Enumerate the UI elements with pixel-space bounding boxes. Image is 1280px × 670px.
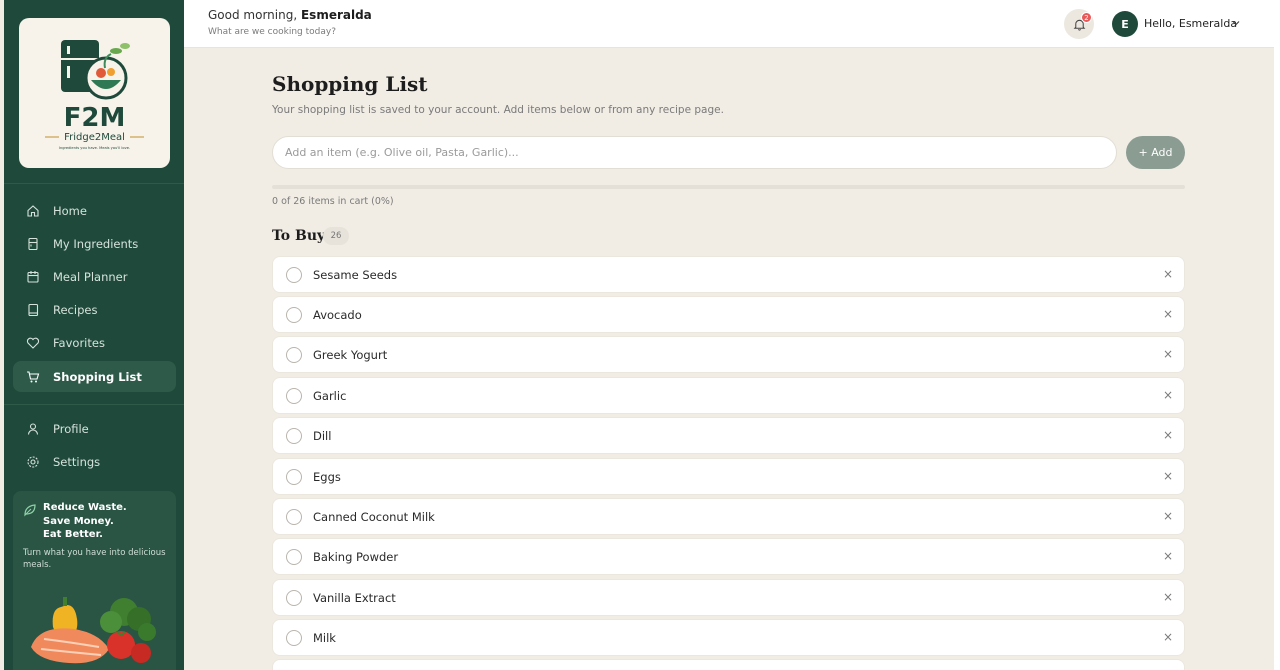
item-checkbox[interactable]	[286, 428, 302, 444]
add-item-input[interactable]	[272, 136, 1117, 169]
cart-progress-bar	[272, 185, 1185, 189]
remove-item-button[interactable]: ×	[1161, 590, 1175, 604]
avatar[interactable]: E	[1112, 11, 1138, 37]
item-name: Milk	[313, 631, 336, 645]
item-name: Greek Yogurt	[313, 348, 388, 362]
fridge-icon	[25, 236, 41, 252]
item-name: Vanilla Extract	[313, 591, 396, 605]
sidebar-item-favorites[interactable]: Favorites	[13, 327, 176, 358]
sidebar: F2M Fridge2Meal Ingredients you have. Me…	[4, 0, 184, 670]
page-subtitle: Your shopping list is saved to your acco…	[272, 104, 724, 116]
top-header: Good morning, Esmeralda What are we cook…	[184, 0, 1274, 48]
sidebar-divider	[4, 404, 184, 405]
greeting: Good morning, Esmeralda	[208, 8, 372, 22]
sidebar-item-profile[interactable]: Profile	[13, 413, 176, 444]
sidebar-item-home[interactable]: Home	[13, 195, 176, 226]
item-checkbox[interactable]	[286, 509, 302, 525]
notifications-button[interactable]: 2	[1064, 9, 1094, 39]
book-icon	[25, 302, 41, 318]
add-item-button[interactable]: + Add	[1126, 136, 1185, 169]
item-name: Garlic	[313, 389, 347, 403]
svg-text:Ingredients you have. Meals yo: Ingredients you have. Meals you'll love.	[59, 146, 130, 150]
item-checkbox[interactable]	[286, 630, 302, 646]
remove-item-button[interactable]: ×	[1161, 347, 1175, 361]
cart-progress-text: 0 of 26 items in cart (0%)	[272, 196, 394, 207]
sidebar-item-recipes[interactable]: Recipes	[13, 294, 176, 325]
calendar-icon	[25, 269, 41, 285]
item-name: Dill	[313, 429, 332, 443]
list-item: Canned Coconut Milk ×	[272, 498, 1185, 535]
section-title-to-buy: To Buy	[272, 228, 326, 244]
remove-item-button[interactable]: ×	[1161, 469, 1175, 483]
page-title: Shopping List	[272, 72, 428, 96]
sidebar-divider	[4, 183, 184, 184]
list-item: Sesame Seeds ×	[272, 256, 1185, 293]
heart-icon	[25, 335, 41, 351]
fridge-logo-icon: F2M Fridge2Meal Ingredients you have. Me…	[45, 40, 144, 150]
vegetables-illustration	[31, 597, 156, 664]
remove-item-button[interactable]: ×	[1161, 509, 1175, 523]
user-menu-label[interactable]: Hello, Esmeralda	[1144, 17, 1237, 30]
item-checkbox[interactable]	[286, 590, 302, 606]
sidebar-item-label: Settings	[53, 454, 101, 469]
item-checkbox[interactable]	[286, 469, 302, 485]
section-count-badge: 26	[323, 227, 349, 245]
svg-text:Fridge2Meal: Fridge2Meal	[64, 132, 125, 143]
notification-badge: 2	[1081, 12, 1092, 23]
sidebar-item-meal-planner[interactable]: Meal Planner	[13, 261, 176, 292]
promo-title: Reduce Waste. Save Money. Eat Better.	[43, 502, 127, 540]
sidebar-item-shopping-list[interactable]: Shopping List	[13, 361, 176, 392]
list-item: Vanilla Extract ×	[272, 579, 1185, 616]
gear-icon	[25, 454, 41, 470]
promo-subtitle: Turn what you have into delicious meals.	[23, 548, 166, 570]
list-item: Avocado ×	[272, 296, 1185, 333]
sidebar-item-label: Profile	[53, 421, 89, 436]
list-item: Garlic ×	[272, 377, 1185, 414]
sidebar-item-settings[interactable]: Settings	[13, 446, 176, 477]
brand-logo[interactable]: F2M Fridge2Meal Ingredients you have. Me…	[19, 18, 170, 168]
remove-item-button[interactable]: ×	[1161, 428, 1175, 442]
sidebar-item-label: Shopping List	[53, 369, 142, 384]
item-name: Baking Powder	[313, 550, 399, 564]
scrollbar[interactable]	[1274, 0, 1280, 670]
remove-item-button[interactable]: ×	[1161, 388, 1175, 402]
home-icon	[25, 203, 41, 219]
sidebar-item-label: Home	[53, 203, 87, 218]
item-checkbox[interactable]	[286, 267, 302, 283]
cart-icon	[25, 369, 41, 385]
greeting-subtitle: What are we cooking today?	[208, 27, 336, 37]
item-checkbox[interactable]	[286, 388, 302, 404]
promo-card: Reduce Waste. Save Money. Eat Better. Tu…	[13, 491, 176, 670]
item-name: Sesame Seeds	[313, 268, 398, 282]
list-item: Greek Yogurt ×	[272, 336, 1185, 373]
list-item: Eggs ×	[272, 458, 1185, 495]
svg-text:F2M: F2M	[64, 103, 126, 133]
remove-item-button[interactable]: ×	[1161, 549, 1175, 563]
list-item	[272, 659, 1185, 670]
item-name: Canned Coconut Milk	[313, 510, 435, 524]
sidebar-item-label: My Ingredients	[53, 236, 139, 251]
sidebar-item-my-ingredients[interactable]: My Ingredients	[13, 228, 176, 259]
sidebar-item-label: Favorites	[53, 335, 105, 350]
item-checkbox[interactable]	[286, 347, 302, 363]
item-name: Eggs	[313, 470, 341, 484]
list-item: Dill ×	[272, 417, 1185, 454]
remove-item-button[interactable]: ×	[1161, 630, 1175, 644]
remove-item-button[interactable]: ×	[1161, 267, 1175, 281]
item-name: Avocado	[313, 308, 362, 322]
remove-item-button[interactable]: ×	[1161, 307, 1175, 321]
list-item: Milk ×	[272, 619, 1185, 656]
user-icon	[25, 421, 41, 437]
sidebar-item-label: Recipes	[53, 302, 98, 317]
sidebar-item-label: Meal Planner	[53, 269, 128, 284]
list-item: Baking Powder ×	[272, 538, 1185, 575]
leaf-icon	[24, 504, 36, 517]
item-checkbox[interactable]	[286, 549, 302, 565]
chevron-down-icon[interactable]	[1231, 18, 1241, 28]
item-checkbox[interactable]	[286, 307, 302, 323]
